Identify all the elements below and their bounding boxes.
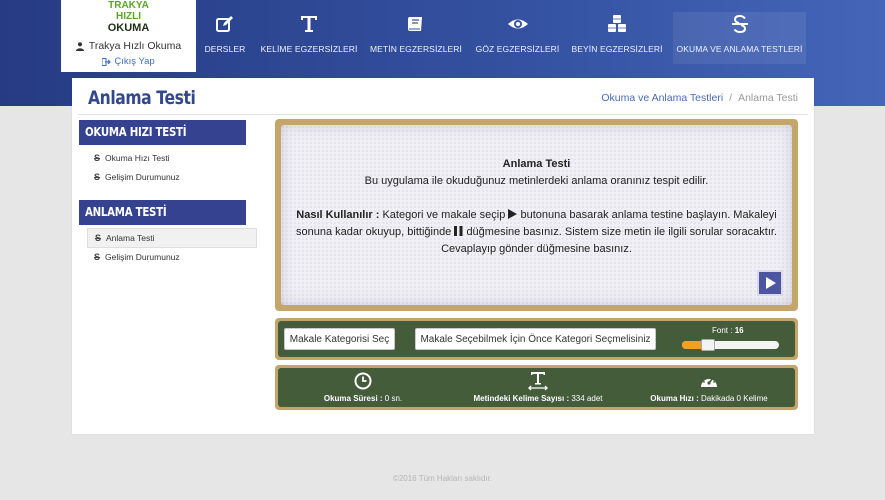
font-size-value: 16 (734, 326, 744, 335)
font-size-label: Font : 16 (712, 326, 744, 335)
logo-line-1: TRAKYA (108, 0, 149, 11)
nav-item-beyin[interactable]: BEYİN EGZERSİZLERİ (571, 12, 663, 64)
howto-text-1: Kategori ve makale seçip (382, 209, 506, 221)
sidebar-item-label: Okuma Hızı Testi (105, 153, 170, 163)
start-play-button[interactable] (757, 270, 783, 296)
stat-reading-time: Okuma Süresi : 0 sn. (322, 368, 404, 407)
description-subtitle: Bu uygulama ile okuduğunuz metinlerdeki … (364, 175, 709, 187)
breadcrumb-separator: / (729, 92, 733, 104)
strikethrough-icon: S (94, 252, 101, 262)
clock-icon (354, 372, 372, 390)
strikethrough-icon: S (94, 172, 101, 182)
page-title: Anlama Testi (88, 87, 196, 109)
nav-label: GÖZ EGZERSİZLERİ (475, 44, 560, 54)
nav-label: BEYİN EGZERSİZLERİ (571, 44, 663, 54)
title-divider (78, 114, 808, 115)
breadcrumb: Okuma ve Anlama Testleri / Anlama Testi (601, 92, 798, 104)
sidebar-item-gelisim-1[interactable]: S Gelişim Durumunuz (87, 167, 257, 187)
description-panel: Anlama Testi Bu uygulama ile okuduğunuz … (275, 119, 798, 311)
article-select-button[interactable]: Makale Seçebilmek İçin Önce Kategori Seç… (415, 328, 656, 350)
play-icon (765, 277, 776, 289)
main-content-card: Anlama Testi Okuma ve Anlama Testleri / … (72, 78, 814, 434)
nav-item-metin[interactable]: METİN EGZERSİZLERİ (370, 12, 463, 64)
sidebar-heading-okuma-hizi: OKUMA HIZI TESTİ (79, 120, 246, 145)
sidebar-item-label: Anlama Testi (106, 233, 155, 243)
eye-icon (507, 19, 528, 29)
stat-word-count: Metindeki Kelime Sayısı : 334 adet (468, 368, 608, 407)
description-title: Anlama Testi (502, 158, 571, 170)
slider-handle[interactable] (701, 339, 715, 351)
cubes-icon (608, 15, 626, 32)
sidebar-item-label: Gelişim Durumunuz (105, 172, 180, 182)
nav-label: METİN EGZERSİZLERİ (370, 44, 463, 54)
sidebar-item-anlama-testi[interactable]: S Anlama Testi (87, 228, 257, 248)
user-icon (75, 41, 84, 51)
nav-label: OKUMA VE ANLAMA TESTLERİ (676, 44, 803, 54)
strikethrough-icon: S (95, 233, 102, 243)
nav-label: DERSLER (204, 44, 246, 54)
dashboard-gauge-icon (701, 375, 717, 387)
text-t-icon (301, 16, 317, 32)
play-icon (508, 209, 518, 219)
stat-reading-speed: Okuma Hızı : Dakikada 0 Kelime (644, 368, 774, 407)
pencil-square-icon (216, 16, 233, 32)
sign-out-icon (102, 57, 112, 66)
text-width-icon (528, 372, 548, 391)
user-name: Trakya Hızlı Okuma (88, 40, 182, 52)
breadcrumb-parent-link[interactable]: Okuma ve Anlama Testleri (601, 92, 723, 104)
logo-line-3: OKUMA (107, 22, 150, 34)
logo-line-2: HIZLI (116, 11, 141, 22)
stats-bar: Okuma Süresi : 0 sn. Metindeki Kelime Sa… (275, 365, 798, 410)
controls-bar: Makale Kategorisi Seç Makale Seçebilmek … (275, 318, 798, 360)
sidebar-item-label: Gelişim Durumunuz (105, 252, 180, 262)
logout-link[interactable]: Çıkış Yap (61, 56, 196, 67)
font-size-slider[interactable] (682, 339, 779, 351)
pause-icon (454, 226, 463, 236)
howto-text-3: düğmesine basınız. Sistem size metin ile… (441, 226, 778, 255)
nav-item-okuma-anlama[interactable]: OKUMA VE ANLAMA TESTLERİ (673, 12, 806, 64)
user-info: Trakya Hızlı Okuma (61, 40, 196, 52)
howto-label: Nasıl Kullanılır : (296, 209, 380, 221)
strikethrough-icon (731, 14, 748, 34)
sidebar-item-okuma-hizi-testi[interactable]: S Okuma Hızı Testi (87, 148, 257, 168)
nav-label: KELİME EGZERSİZLERİ (260, 44, 358, 54)
category-select-button[interactable]: Makale Kategorisi Seç (284, 328, 395, 350)
sidebar-item-gelisim-2[interactable]: S Gelişim Durumunuz (87, 247, 257, 267)
logout-label: Çıkış Yap (114, 56, 155, 67)
nav-item-dersler[interactable]: DERSLER (202, 12, 248, 64)
nav-item-kelime[interactable]: KELİME EGZERSİZLERİ (260, 12, 358, 64)
brand-logo[interactable]: TRAKYA HIZLI OKUMA Trakya Hızlı Okuma Çı… (61, 0, 196, 72)
breadcrumb-current: Anlama Testi (738, 92, 798, 104)
description-howto: Nasıl Kullanılır : Kategori ve makale se… (293, 207, 780, 258)
book-icon (408, 17, 422, 31)
nav-item-goz[interactable]: GÖZ EGZERSİZLERİ (475, 12, 560, 64)
description-paper: Anlama Testi Bu uygulama ile okuduğunuz … (281, 125, 792, 305)
footer-copyright: ©2016 Tüm Hakları saklıdır. (392, 474, 493, 483)
strikethrough-icon: S (94, 153, 101, 163)
sidebar-heading-anlama: ANLAMA TESTİ (79, 200, 246, 225)
